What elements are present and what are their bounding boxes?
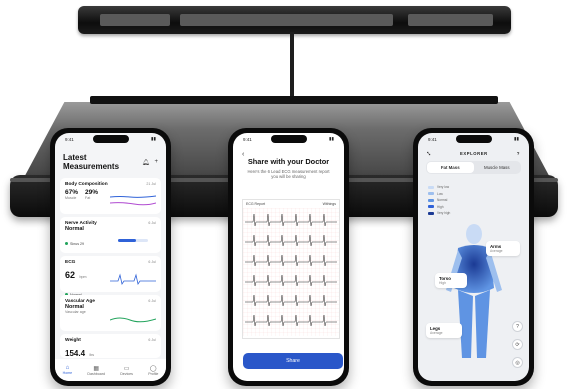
page-subtitle: Here's the 6 Lead ECG measurement report… [247, 169, 330, 180]
muscle-label: Muscle [65, 196, 77, 200]
nerve-value: Normal [65, 226, 84, 232]
expand-icon[interactable]: ⤡ [427, 151, 431, 156]
card-date: 21 Jul [146, 182, 156, 186]
legend: Very low Low Normal High Very high [428, 185, 450, 218]
scale-electrode-strip [90, 96, 498, 104]
tab-devices[interactable]: ▭ Devices [120, 365, 133, 376]
mass-segmented-control: Fat Mass Muscle Mass [426, 161, 521, 174]
card-vascular-age[interactable]: Vascular Age 6 Jul Normal Vascular age [60, 295, 161, 331]
phone-measurements: 9:41 ▮▮ Latest Measurements 🔔︎ + Body Co… [50, 128, 171, 386]
tab-dashboard[interactable]: ▦ Dashboard [87, 365, 105, 376]
card-title: Body Composition [65, 182, 108, 187]
card-body-composition[interactable]: Body Composition 21 Jul 67% Muscle 29% F… [60, 178, 161, 214]
card-date: 6 Jul [148, 260, 156, 264]
callout-torso[interactable]: Torso High [435, 273, 467, 288]
phone-share: 9:41 ▮▮ ‹ Share with your Doctor Here's … [228, 128, 349, 386]
vascular-trend [110, 317, 156, 323]
report-brand: Withings [322, 202, 336, 206]
report-title: ECG Report [246, 202, 266, 206]
card-weight[interactable]: Weight 6 Jul 154.4 lbs [60, 334, 161, 358]
page-title: Share with your Doctor [247, 157, 330, 166]
card-date: 6 Jul [148, 221, 156, 225]
help-icon[interactable]: ? [517, 151, 520, 156]
battery-icon: ▮▮ [514, 136, 519, 141]
page-title: EXPLORER [459, 151, 488, 156]
ecg-trace [110, 273, 156, 286]
profile-icon: ◯ [149, 365, 157, 372]
ecg-unit: bpm [79, 275, 87, 279]
reset-icon[interactable]: ◎ [512, 357, 523, 368]
callout-arms[interactable]: Arms Average [486, 241, 520, 256]
card-date: 6 Jul [148, 338, 156, 342]
ecg-report-preview: ECG Report Withings [242, 199, 340, 339]
bell-icon[interactable]: 🔔︎ [142, 159, 150, 166]
trend-chart [110, 195, 156, 206]
tab-home[interactable]: ⌂ Home [63, 365, 73, 375]
segment-muscle-mass[interactable]: Muscle Mass [474, 162, 521, 173]
fat-label: Fat [85, 196, 91, 200]
screen-share: 9:41 ▮▮ ‹ Share with your Doctor Here's … [233, 133, 344, 381]
weight-unit: lbs [89, 353, 95, 357]
phone-explorer: 9:41 ▮▮ ⤡ EXPLORER ? Fat Mass Muscle Mas… [413, 128, 534, 386]
ecg-strips [243, 208, 339, 336]
dashboard-icon: ▦ [93, 365, 100, 372]
status-time: 9:41 [243, 136, 252, 142]
segment-fat-mass[interactable]: Fat Mass [427, 162, 474, 173]
card-date: 6 Jul [148, 299, 156, 303]
screen-explorer: 9:41 ▮▮ ⤡ EXPLORER ? Fat Mass Muscle Mas… [418, 133, 529, 381]
nerve-bars [118, 239, 148, 242]
status-time: 9:41 [428, 136, 437, 142]
fat-value: 29% [85, 189, 99, 196]
back-icon[interactable]: ‹ [242, 151, 244, 158]
status-time: 9:41 [65, 136, 74, 142]
info-icon[interactable]: ? [512, 321, 523, 332]
share-button[interactable]: Share [243, 353, 343, 369]
rotate-icon[interactable]: ⟳ [512, 339, 523, 350]
tab-profile[interactable]: ◯ Profile [148, 365, 158, 376]
devices-icon: ▭ [123, 365, 130, 372]
callout-legs[interactable]: Legs Average [426, 323, 462, 338]
ecg-value: 62 [65, 270, 76, 280]
add-icon[interactable]: + [154, 159, 158, 166]
weight-value: 154.4 [65, 349, 86, 358]
card-ecg[interactable]: ECG 6 Jul 62 bpm Normal [60, 256, 161, 297]
scale-handle [78, 6, 511, 34]
screen-measurements: 9:41 ▮▮ Latest Measurements 🔔︎ + Body Co… [55, 133, 166, 381]
tab-bar: ⌂ Home ▦ Dashboard ▭ Devices ◯ Profile [55, 359, 166, 381]
card-nerve-activity[interactable]: Nerve Activity 6 Jul Normal Sinus 29 [60, 217, 161, 253]
battery-icon: ▮▮ [329, 136, 334, 141]
product-photo: 9:41 ▮▮ Latest Measurements 🔔︎ + Body Co… [0, 0, 567, 389]
muscle-value: 67% [65, 189, 79, 196]
page-title: Latest Measurements [63, 153, 120, 171]
nerve-badge: Sinus 29 [70, 241, 84, 246]
battery-icon: ▮▮ [151, 136, 156, 141]
